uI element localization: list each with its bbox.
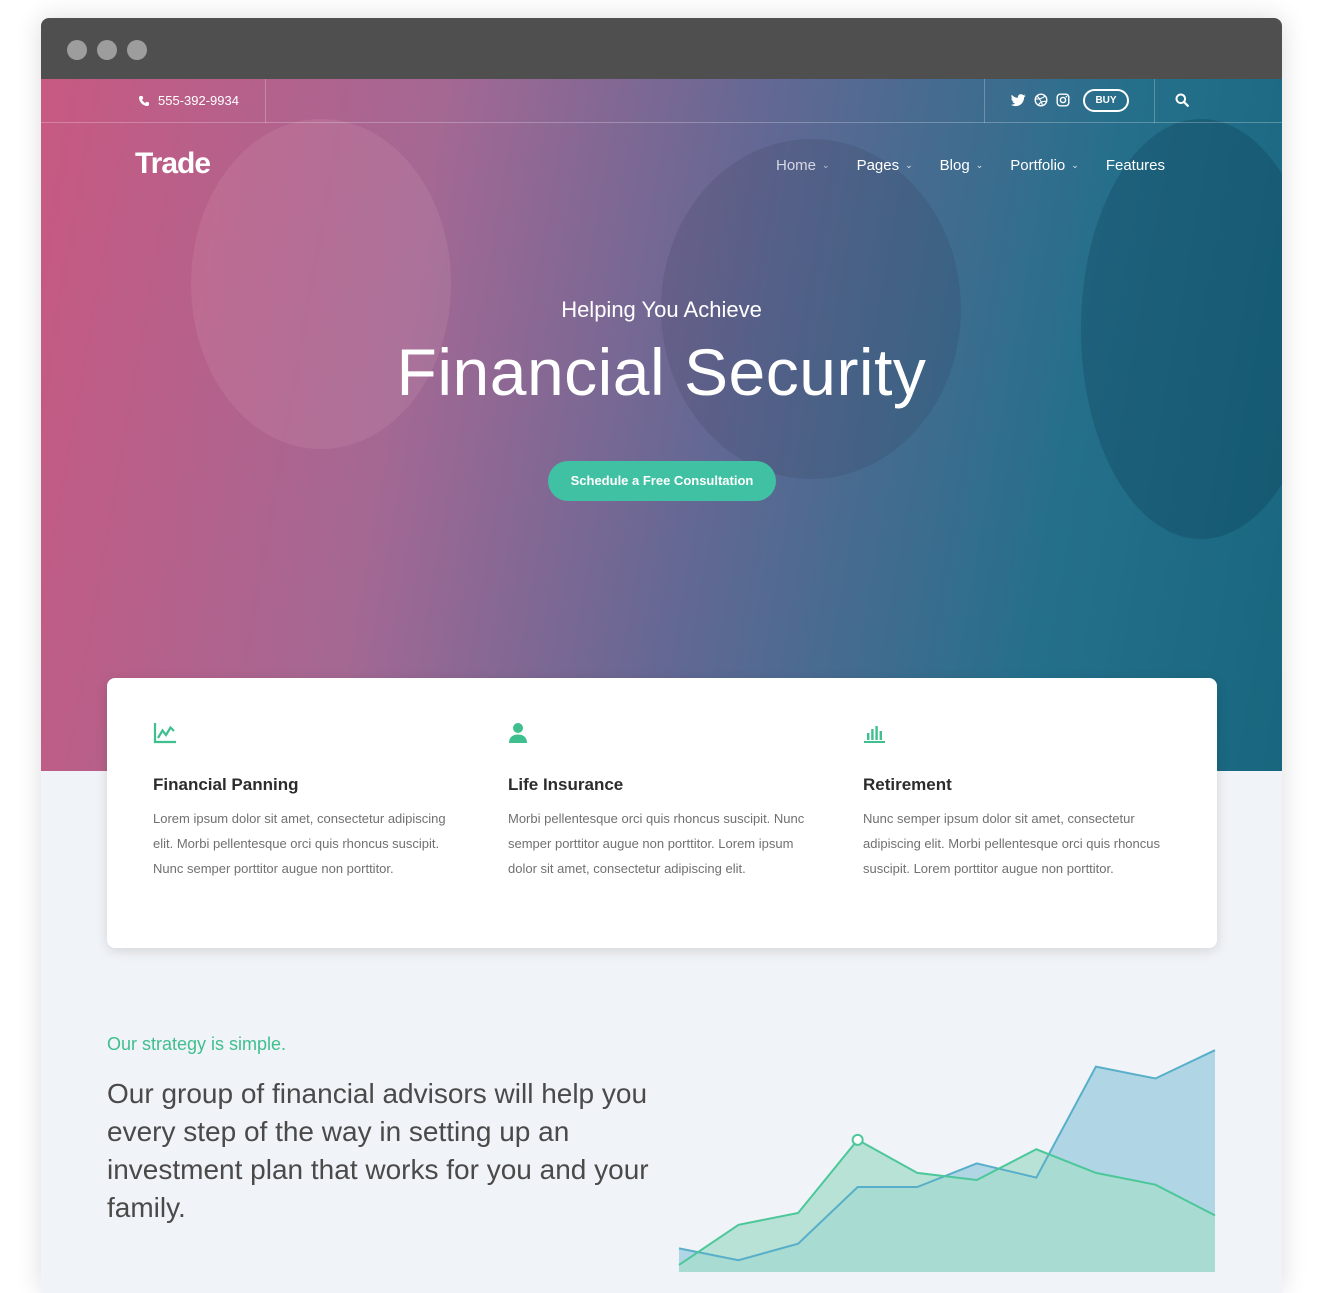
feature-title: Retirement xyxy=(863,775,952,794)
phone-info[interactable]: 555-392-9934 xyxy=(138,93,239,108)
photo-shape xyxy=(1081,119,1282,539)
nav-item-portfolio[interactable]: Portfolio ⌄ xyxy=(1010,157,1079,174)
phone-number: 555-392-9934 xyxy=(158,93,239,108)
dribbble-icon[interactable] xyxy=(1034,93,1048,107)
search-icon[interactable] xyxy=(1175,93,1189,107)
divider xyxy=(984,79,985,123)
instagram-icon[interactable] xyxy=(1056,93,1070,107)
hero-subtitle: Helping You Achieve xyxy=(561,297,762,322)
browser-window: 555-392-9934 BUY Trade Home ⌄ Pages ⌄ Bl… xyxy=(41,18,1282,1293)
feature-text: Nunc semper ipsum dolor sit amet, consec… xyxy=(863,811,1160,876)
hero-title: Financial Security xyxy=(396,335,927,409)
feature-title: Life Insurance xyxy=(508,775,624,794)
chevron-down-icon: ⌄ xyxy=(975,160,984,170)
top-bar: 555-392-9934 BUY xyxy=(41,79,1282,123)
consultation-button[interactable]: Schedule a Free Consultation xyxy=(548,461,776,501)
feature-text: Morbi pellentesque orci quis rhoncus sus… xyxy=(508,811,805,876)
chevron-down-icon: ⌄ xyxy=(1071,160,1079,170)
chevron-down-icon: ⌄ xyxy=(822,160,830,170)
site-logo[interactable]: Trade xyxy=(135,147,211,181)
chart-highlight-point[interactable] xyxy=(851,1133,864,1146)
area-chart xyxy=(678,1049,1216,1272)
user-icon xyxy=(509,723,527,743)
chevron-down-icon: ⌄ xyxy=(905,160,913,170)
nav-item-home[interactable]: Home ⌄ xyxy=(776,157,830,174)
main-nav: Home ⌄ Pages ⌄ Blog ⌄ Portfolio ⌄ Featur… xyxy=(776,157,1192,174)
nav-item-features[interactable]: Features xyxy=(1106,157,1165,174)
nav-label: Portfolio xyxy=(1010,157,1066,174)
browser-chrome xyxy=(41,18,1282,79)
phone-icon xyxy=(139,95,149,106)
hero-section: 555-392-9934 BUY Trade Home ⌄ Pages ⌄ Bl… xyxy=(41,79,1282,771)
divider xyxy=(1154,79,1155,123)
nav-label: Pages xyxy=(856,157,900,174)
twitter-icon[interactable] xyxy=(1011,93,1026,107)
strategy-text: Our group of financial advisors will hel… xyxy=(107,1078,649,1223)
minimize-dot-icon[interactable] xyxy=(97,40,117,60)
social-links xyxy=(1011,93,1070,107)
feature-text: Lorem ipsum dolor sit amet, consectetur … xyxy=(153,811,446,876)
buy-button[interactable]: BUY xyxy=(1083,89,1129,112)
maximize-dot-icon[interactable] xyxy=(127,40,147,60)
bar-chart-icon xyxy=(864,726,885,743)
nav-label: Home xyxy=(776,157,817,174)
nav-label: Blog xyxy=(939,157,970,174)
strategy-kicker: Our strategy is simple. xyxy=(107,1034,287,1054)
nav-item-pages[interactable]: Pages ⌄ xyxy=(857,157,913,174)
feature-title: Financial Panning xyxy=(153,775,299,794)
nav-item-blog[interactable]: Blog ⌄ xyxy=(940,157,984,174)
line-chart-icon xyxy=(153,723,176,744)
features-card: Financial Panning Lorem ipsum dolor sit … xyxy=(107,678,1217,948)
close-dot-icon[interactable] xyxy=(67,40,87,60)
nav-label: Features xyxy=(1105,157,1166,174)
divider xyxy=(265,79,266,123)
